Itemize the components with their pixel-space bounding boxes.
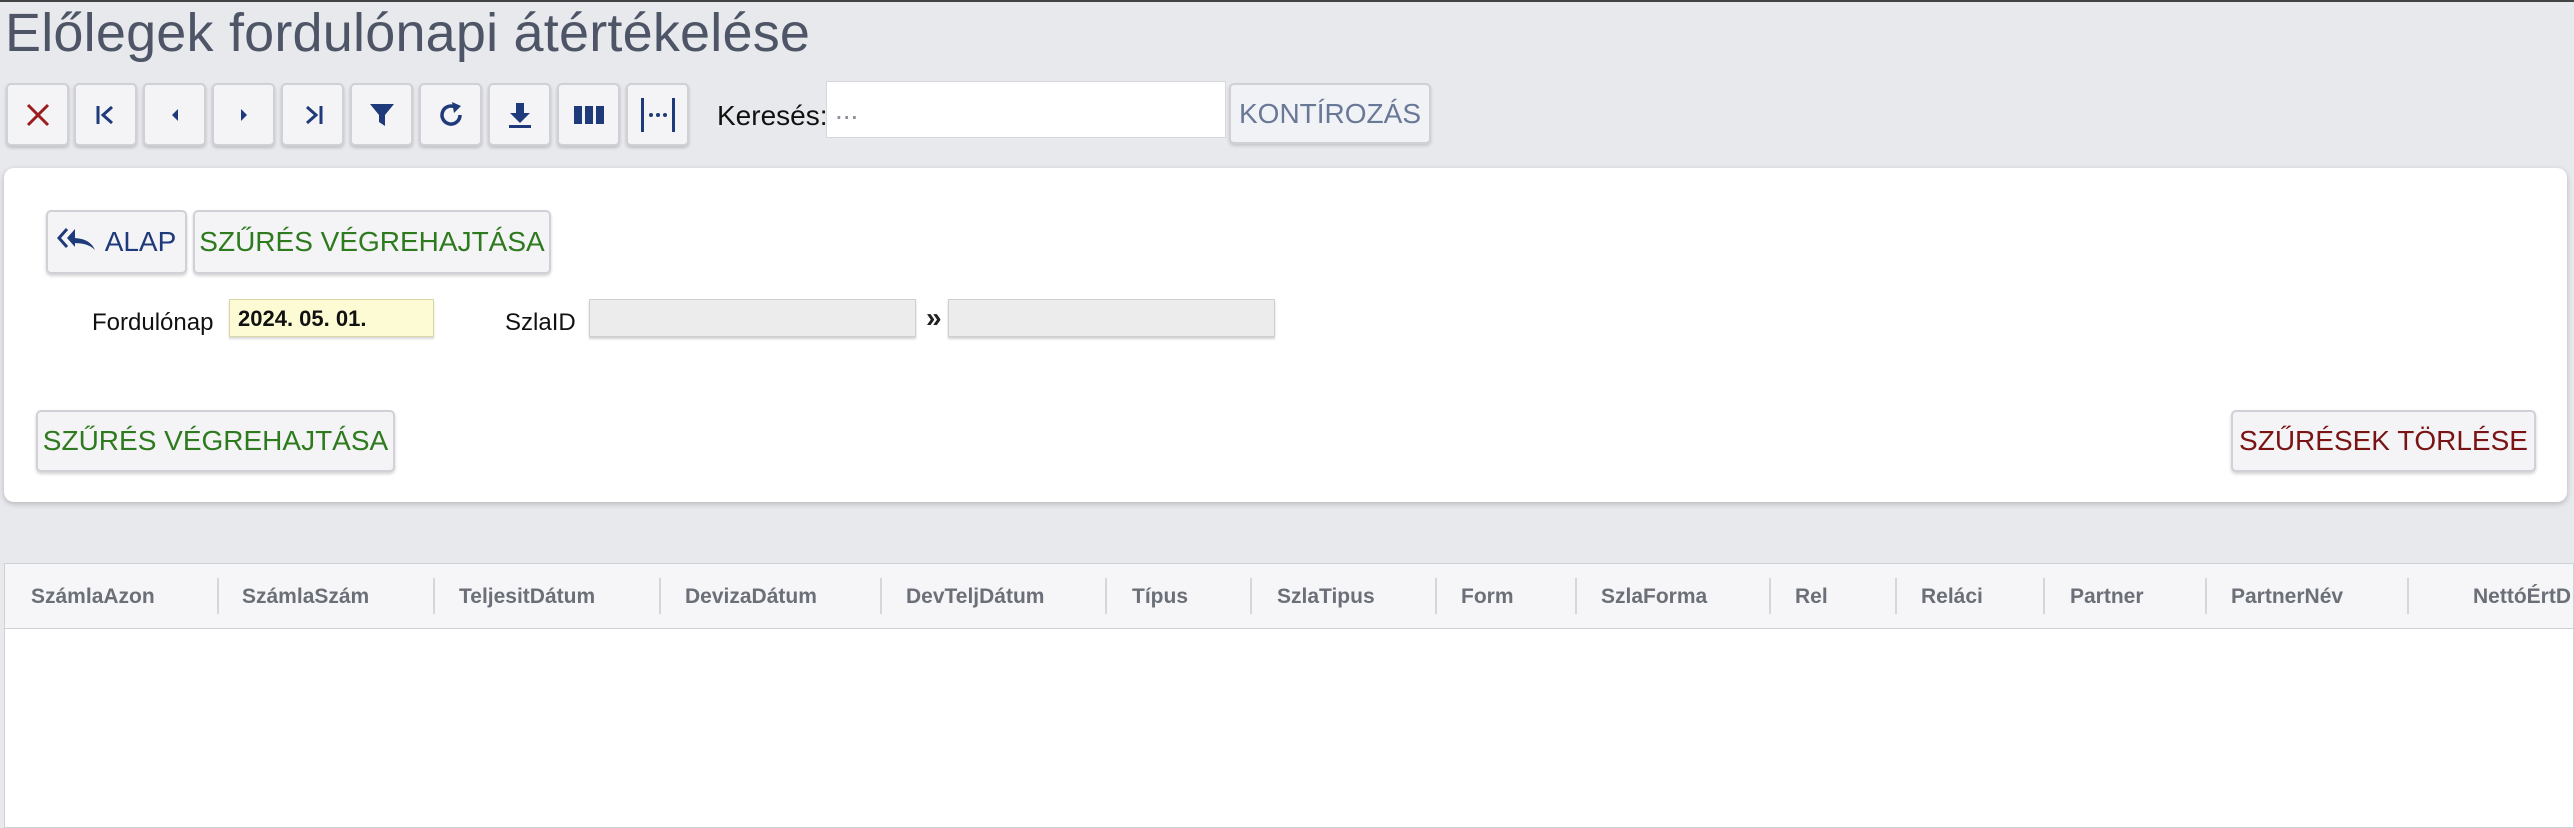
filter-icon [367,100,397,130]
column-header[interactable]: DevizaDátum [685,564,817,629]
filter-button[interactable] [350,83,413,146]
columns-button[interactable] [557,83,620,146]
column-header[interactable]: Reláci [1921,564,1983,629]
first-icon [92,103,120,127]
reply-all-icon [56,225,97,260]
szlaid-from-field[interactable] [589,299,916,337]
column-header[interactable]: Partner [2070,564,2144,629]
next-record-button[interactable] [212,83,275,146]
grid-header: SzámlaAzon SzámlaSzám TeljesitDátum Devi… [5,564,2573,629]
column-header[interactable]: SzámlaAzon [31,564,155,629]
previous-record-button[interactable] [143,83,206,146]
column-divider[interactable] [1250,578,1252,614]
column-header[interactable]: PartnerNév [2231,564,2343,629]
column-divider[interactable] [2407,578,2409,614]
column-header[interactable]: TeljesitDátum [459,564,595,629]
column-width-button[interactable] [626,83,689,146]
column-divider[interactable] [880,578,882,614]
column-divider[interactable] [659,578,661,614]
column-header[interactable]: SzámlaSzám [242,564,369,629]
last-icon [299,103,327,127]
range-separator: » [926,302,942,333]
column-divider[interactable] [1435,578,1437,614]
column-width-icon [638,95,678,135]
column-divider[interactable] [1575,578,1577,614]
search-label: Keresés: [717,100,828,131]
column-divider[interactable] [1769,578,1771,614]
apply-filter-button-top[interactable]: SZŰRÉS VÉGREHAJTÁSA [193,210,551,274]
szlaid-to-field[interactable] [948,299,1275,337]
column-header[interactable]: SzlaTipus [1277,564,1375,629]
close-button[interactable] [6,83,69,146]
download-button[interactable] [488,83,551,146]
column-header[interactable]: Típus [1132,564,1188,629]
column-divider[interactable] [2043,578,2045,614]
alap-button[interactable]: ALAP [46,210,187,274]
column-divider[interactable] [1105,578,1107,614]
refresh-button[interactable] [419,83,482,146]
fordulonap-label: Fordulónap [92,309,214,336]
szlaid-label: SzlaID [505,309,576,336]
column-header[interactable]: NettóÉrtD [2473,564,2571,629]
last-record-button[interactable] [281,83,344,146]
prev-icon [168,106,182,124]
page-title: Előlegek fordulónapi átértékelése [5,3,811,63]
kontirozas-button[interactable]: KONTÍROZÁS [1229,83,1431,144]
download-icon [505,100,535,130]
alap-label: ALAP [104,226,177,257]
column-header[interactable]: DevTeljDátum [906,564,1044,629]
column-header[interactable]: SzlaForma [1601,564,1707,629]
next-icon [237,106,251,124]
column-divider[interactable] [433,578,435,614]
fordulonap-date-field[interactable]: 2024. 05. 01. [229,299,434,337]
search-input[interactable] [826,81,1226,138]
clear-filters-button[interactable]: SZŰRÉSEK TÖRLÉSE [2231,410,2536,472]
refresh-icon [436,100,466,130]
column-divider[interactable] [2205,578,2207,614]
column-header[interactable]: Form [1461,564,1514,629]
first-record-button[interactable] [74,83,137,146]
apply-filter-button-bottom[interactable]: SZŰRÉS VÉGREHAJTÁSA [36,410,395,472]
data-grid: SzámlaAzon SzámlaSzám TeljesitDátum Devi… [4,563,2574,828]
column-header[interactable]: Rel [1795,564,1828,629]
columns-icon [573,103,605,127]
column-divider[interactable] [217,578,219,614]
close-icon [25,102,51,128]
column-divider[interactable] [1895,578,1897,614]
